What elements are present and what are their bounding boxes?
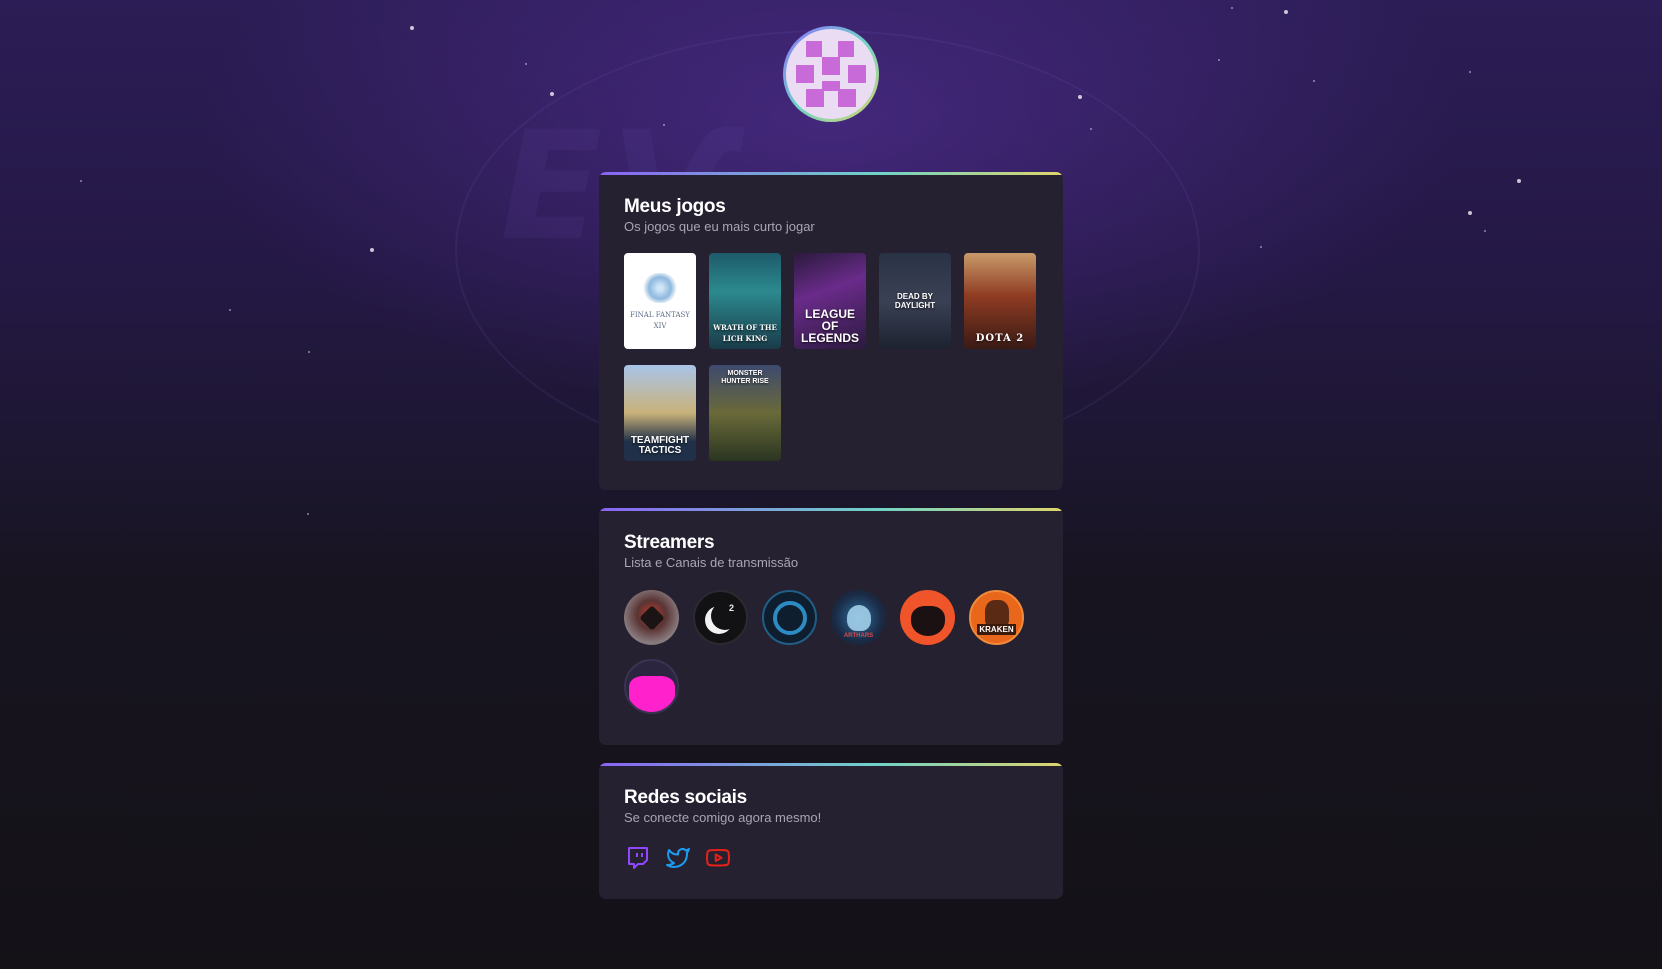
youtube-icon bbox=[706, 849, 730, 867]
game-title: FINAL FANTASY XIV bbox=[630, 311, 690, 330]
streamers-card: Streamers Lista e Canais de transmissão … bbox=[599, 508, 1063, 745]
twitch-icon bbox=[628, 847, 648, 869]
game-teamfight-tactics[interactable]: TEAMFIGHT TACTICS bbox=[624, 365, 696, 461]
streamers-list: 2 ARTHARS KRAKEN bbox=[624, 590, 1024, 714]
game-title: LEAGUE OF LEGENDS bbox=[800, 307, 859, 345]
game-final-fantasy-xiv[interactable]: FINAL FANTASY XIV bbox=[624, 253, 696, 349]
game-title: DEAD BY DAYLIGHT bbox=[894, 292, 936, 310]
twitter-icon bbox=[666, 848, 690, 868]
blue-logo-avatar-icon bbox=[772, 600, 807, 635]
streamer-5[interactable] bbox=[900, 590, 955, 645]
streamers-title: Streamers bbox=[624, 532, 715, 553]
social-subtitle: Se conecte comigo agora mesmo! bbox=[624, 810, 822, 825]
streamers-subtitle: Lista e Canais de transmissão bbox=[624, 555, 799, 570]
game-league-of-legends[interactable]: LEAGUE OF LEGENDS bbox=[794, 253, 866, 349]
game-title: WRATH OF THE LICH KING bbox=[713, 323, 777, 343]
games-subtitle: Os jogos que eu mais curto jogar bbox=[624, 219, 815, 234]
games-grid: FINAL FANTASY XIV WRATH OF THE LICH KING… bbox=[624, 253, 1037, 461]
crystal-icon bbox=[641, 273, 679, 303]
social-card: Redes sociais Se conecte comigo agora me… bbox=[599, 763, 1063, 899]
social-links bbox=[624, 845, 1037, 871]
streamer-label: KRAKEN bbox=[977, 624, 1016, 635]
social-title: Redes sociais bbox=[624, 787, 747, 808]
red-eye-avatar-icon bbox=[638, 604, 665, 631]
game-wrath-of-the-lich-king[interactable]: WRATH OF THE LICH KING bbox=[709, 253, 781, 349]
streamer-7[interactable] bbox=[624, 659, 679, 714]
youtube-link[interactable] bbox=[705, 845, 731, 871]
streamer-6[interactable]: KRAKEN bbox=[969, 590, 1024, 645]
games-card: Meus jogos Os jogos que eu mais curto jo… bbox=[599, 172, 1063, 490]
game-dota-2[interactable]: DOTA 2 bbox=[964, 253, 1036, 349]
game-title: DOTA 2 bbox=[975, 333, 1025, 344]
game-title: MONSTER HUNTER RISE bbox=[721, 370, 769, 385]
streamer-label: ARTHARS bbox=[843, 633, 874, 639]
game-monster-hunter-rise[interactable]: MONSTER HUNTER RISE bbox=[709, 365, 781, 461]
profile-avatar[interactable] bbox=[783, 26, 879, 122]
twitch-link[interactable] bbox=[625, 845, 651, 871]
game-title: TEAMFIGHT TACTICS bbox=[630, 435, 690, 456]
streamer-2[interactable]: 2 bbox=[693, 590, 748, 645]
black-cat-avatar-icon bbox=[910, 605, 945, 636]
streamer-3[interactable] bbox=[762, 590, 817, 645]
twitter-link[interactable] bbox=[665, 845, 691, 871]
game-dead-by-daylight[interactable]: DEAD BY DAYLIGHT bbox=[879, 253, 951, 349]
pink-cat-avatar-icon bbox=[628, 675, 675, 712]
streamer-label: 2 bbox=[728, 603, 734, 613]
streamer-1[interactable] bbox=[624, 590, 679, 645]
moon-avatar-icon bbox=[711, 602, 739, 630]
pixel-avatar-icon bbox=[786, 29, 876, 119]
skull-avatar-icon bbox=[846, 604, 871, 631]
games-title: Meus jogos bbox=[624, 196, 726, 217]
streamer-4[interactable]: ARTHARS bbox=[831, 590, 886, 645]
